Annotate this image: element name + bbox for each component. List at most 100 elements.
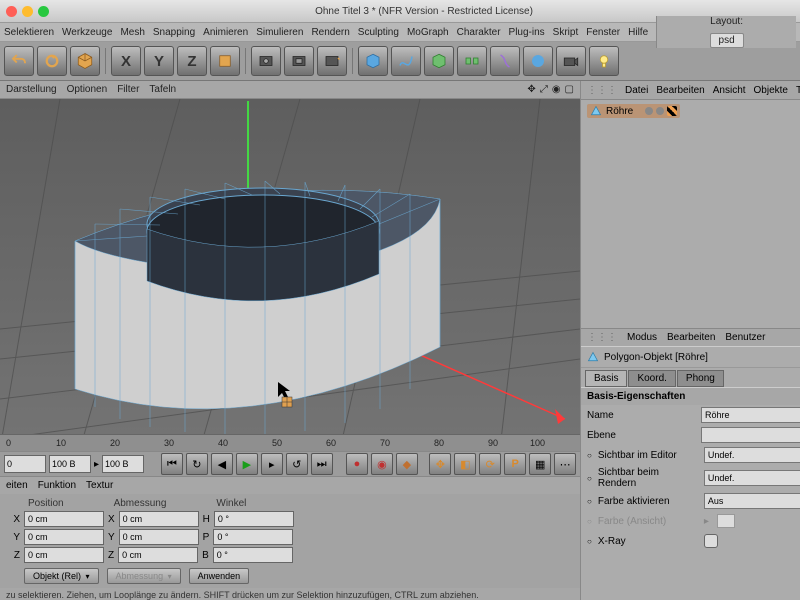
menu-item[interactable]: Skript [553, 27, 579, 38]
dim-y-field[interactable]: 0 cm [119, 529, 199, 545]
midframe-field[interactable] [49, 455, 91, 473]
cube-icon[interactable] [70, 46, 100, 76]
spline-icon[interactable] [391, 46, 421, 76]
editor-visibility-field[interactable]: Undef. [704, 447, 800, 463]
name-field[interactable]: Röhre [701, 407, 800, 423]
layer-field[interactable] [701, 427, 800, 443]
prop-tab-phong[interactable]: Phong [677, 370, 724, 387]
obj-menu-item[interactable]: Ansicht [713, 85, 746, 96]
ang-p-field[interactable]: 0 ° [213, 529, 293, 545]
xray-checkbox[interactable] [704, 534, 718, 548]
pos-y-field[interactable]: 0 cm [24, 529, 104, 545]
dim-x-field[interactable]: 0 cm [119, 511, 199, 527]
pointlevel-icon[interactable]: ▦ [529, 453, 551, 475]
play-rev-icon[interactable]: ◀ [211, 453, 233, 475]
pos-x-field[interactable]: 0 cm [24, 511, 104, 527]
scale-icon[interactable]: ◧ [454, 453, 476, 475]
move-icon[interactable]: ✥ [429, 453, 451, 475]
ang-h-field[interactable]: 0 ° [214, 511, 294, 527]
attr-tab[interactable]: Bearbeiten [667, 332, 715, 343]
render-settings-icon[interactable] [317, 46, 347, 76]
play-icon[interactable]: ▶ [236, 453, 258, 475]
axis-y-icon[interactable]: Y [144, 46, 174, 76]
obj-menu-item[interactable]: Tag [796, 85, 800, 96]
goto-start-icon[interactable]: ⏮ [161, 453, 183, 475]
apply-button[interactable]: Anwenden [189, 568, 250, 584]
tab-item[interactable]: eiten [6, 480, 28, 491]
axis-z-icon[interactable]: Z [177, 46, 207, 76]
visibility-dot-icon[interactable] [645, 107, 653, 115]
undo-icon[interactable] [4, 46, 34, 76]
menu-item[interactable]: Sculpting [358, 27, 399, 38]
color-activate-field[interactable]: Aus [704, 493, 800, 509]
object-tree[interactable]: Röhre [581, 100, 800, 328]
zoom-icon[interactable]: ⤢ [540, 84, 548, 95]
chevron-right-icon[interactable]: ▸ [704, 516, 709, 527]
menu-item[interactable]: Rendern [311, 27, 349, 38]
object-rel-button[interactable]: Objekt (Rel) ▾ [24, 568, 99, 584]
attr-tab[interactable]: Benutzer [725, 332, 765, 343]
obj-menu-item[interactable]: Datei [625, 85, 648, 96]
subbar-item[interactable]: Tafeln [149, 84, 176, 95]
ang-b-field[interactable]: 0 ° [213, 547, 293, 563]
close-icon[interactable] [6, 6, 17, 17]
camera-icon[interactable] [556, 46, 586, 76]
tab-item[interactable]: Funktion [38, 480, 76, 491]
dim-z-field[interactable]: 0 cm [118, 547, 198, 563]
axis-x-icon[interactable]: X [111, 46, 141, 76]
menu-item[interactable]: Plug-ins [509, 27, 545, 38]
attr-tab[interactable]: Modus [627, 332, 657, 343]
menu-item[interactable]: Charakter [457, 27, 501, 38]
menu-item[interactable]: Mesh [120, 27, 144, 38]
menu-item[interactable]: Fenster [586, 27, 620, 38]
array-icon[interactable] [457, 46, 487, 76]
viewport[interactable] [0, 99, 580, 434]
phong-tag-icon[interactable] [667, 106, 677, 116]
obj-menu-item[interactable]: Objekte [754, 85, 788, 96]
loop2-icon[interactable]: ↺ [286, 453, 308, 475]
menu-item[interactable]: Simulieren [256, 27, 303, 38]
render-icon[interactable] [251, 46, 281, 76]
minimize-icon[interactable] [22, 6, 33, 17]
pos-z-field[interactable]: 0 cm [24, 547, 104, 563]
color-swatch[interactable] [717, 514, 735, 528]
menu-item[interactable]: MoGraph [407, 27, 449, 38]
loop-icon[interactable]: ↻ [186, 453, 208, 475]
subbar-item[interactable]: Filter [117, 84, 139, 95]
nurbs-icon[interactable] [424, 46, 454, 76]
light-icon[interactable] [589, 46, 619, 76]
environment-icon[interactable] [523, 46, 553, 76]
obj-menu-item[interactable]: Bearbeiten [656, 85, 704, 96]
prop-tab-koord[interactable]: Koord. [628, 370, 675, 387]
menu-item[interactable]: Snapping [153, 27, 195, 38]
misc-icon[interactable]: ⋯ [554, 453, 576, 475]
maximize-icon[interactable]: ▢ [565, 84, 574, 95]
timeline-ruler[interactable]: 0 10 20 30 40 50 60 70 80 90 100 [0, 434, 580, 451]
record-icon[interactable]: ● [346, 453, 368, 475]
layout-select[interactable]: psd [710, 33, 744, 48]
rotate-icon[interactable]: ⟳ [479, 453, 501, 475]
zoom-icon[interactable] [38, 6, 49, 17]
dimension-button[interactable]: Abmessung ▾ [107, 568, 181, 584]
tab-item[interactable]: Textur [86, 480, 113, 491]
autokey-icon[interactable]: ◉ [371, 453, 393, 475]
deformer-icon[interactable] [490, 46, 520, 76]
pan-icon[interactable]: ✥ [527, 84, 535, 95]
redo-icon[interactable] [37, 46, 67, 76]
menu-item[interactable]: Selektieren [4, 27, 54, 38]
subbar-item[interactable]: Optionen [67, 84, 108, 95]
rotate-icon[interactable]: ◉ [552, 84, 561, 95]
primitive-cube-icon[interactable] [358, 46, 388, 76]
subbar-item[interactable]: Darstellung [6, 84, 57, 95]
curframe-field[interactable] [102, 455, 144, 473]
menu-item[interactable]: Animieren [203, 27, 248, 38]
step-fwd-icon[interactable]: ▸ [261, 453, 283, 475]
param-icon[interactable]: P [504, 453, 526, 475]
prop-tab-basis[interactable]: Basis [585, 370, 627, 387]
world-icon[interactable] [210, 46, 240, 76]
key-icon[interactable]: ◆ [396, 453, 418, 475]
startframe-field[interactable] [4, 455, 46, 473]
menu-item[interactable]: Hilfe [628, 27, 648, 38]
object-tree-item[interactable]: Röhre [587, 104, 680, 118]
goto-end-icon[interactable]: ⏭ [311, 453, 333, 475]
